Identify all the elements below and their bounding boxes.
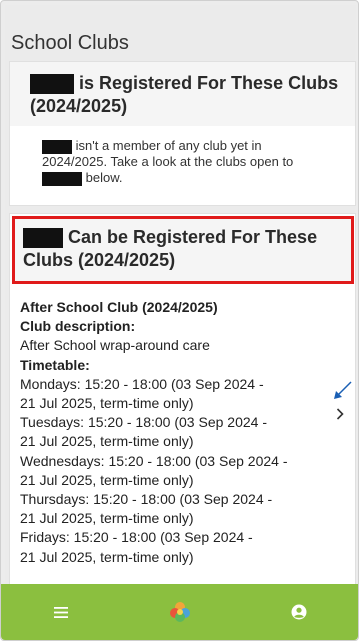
club-name: After School Club (2024/2025) — [20, 299, 218, 315]
timetable-line: Fridays: 15:20 - 18:00 (03 Sep 2024 - — [20, 529, 253, 546]
registered-message: isn't a member of any club yet in 2024/2… — [42, 138, 347, 186]
club-description: After School wrap-around care — [20, 337, 210, 354]
registered-clubs-card: is Registered For These Clubs (2024/2025… — [9, 61, 356, 206]
timetable-label: Timetable: — [20, 356, 90, 373]
timetable-line: Thursdays: 15:20 - 18:00 (03 Sep 2024 - — [20, 491, 273, 508]
timetable-entry: Thursdays: 15:20 - 18:00 (03 Sep 2024 - … — [20, 490, 350, 528]
highlighted-section-header: Can be Registered For These Clubs (2024/… — [12, 216, 354, 284]
timetable-line: Mondays: 15:20 - 18:00 (03 Sep 2024 - — [20, 375, 264, 392]
timetable-line: Wednesdays: 15:20 - 18:00 (03 Sep 2024 - — [20, 452, 288, 469]
annotation-arrow-icon — [330, 380, 352, 407]
chevron-right-icon[interactable] — [336, 407, 344, 425]
registered-card-header: is Registered For These Clubs (2024/2025… — [10, 62, 355, 126]
available-clubs-card: Can be Registered For These Clubs (2024/… — [9, 213, 356, 584]
message-line2: 2024/2025. Take a look at the clubs open… — [42, 154, 294, 169]
timetable-entry: Wednesdays: 15:20 - 18:00 (03 Sep 2024 -… — [20, 452, 350, 490]
phone-frame: School Clubs is Registered For These Clu… — [0, 0, 359, 641]
registered-title-line2: (2024/2025) — [30, 96, 128, 116]
timetable-line: 21 Jul 2025, term-time only) — [20, 510, 194, 527]
timetable-line: 21 Jul 2025, term-time only) — [20, 548, 194, 565]
timetable-line: Tuesdays: 15:20 - 18:00 (03 Sep 2024 - — [20, 414, 267, 431]
club-details[interactable]: After School Club (2024/2025) Club descr… — [20, 298, 350, 567]
redacted-name — [42, 171, 82, 186]
timetable-entry: Tuesdays: 15:20 - 18:00 (03 Sep 2024 - 2… — [20, 413, 350, 451]
timetable-entry: Mondays: 15:20 - 18:00 (03 Sep 2024 - 21… — [20, 375, 350, 413]
club-description-label: Club description: — [20, 318, 136, 335]
registered-card-title: is Registered For These Clubs (2024/2025… — [30, 72, 345, 118]
timetable-line: 21 Jul 2025, term-time only) — [20, 433, 194, 450]
timetable-entry: Fridays: 15:20 - 18:00 (03 Sep 2024 - 21… — [20, 528, 350, 566]
available-card-title: Can be Registered For These Clubs (2024/… — [23, 226, 343, 272]
redacted-name — [23, 228, 63, 249]
message-line1: isn't a member of any club yet in — [75, 138, 262, 153]
app-logo-icon[interactable] — [160, 592, 200, 632]
redacted-name — [30, 74, 74, 95]
message-line3: below. — [85, 170, 123, 185]
registered-title-line1: is Registered For These Clubs — [79, 73, 339, 93]
redacted-name — [42, 139, 72, 154]
app-screen: School Clubs is Registered For These Clu… — [5, 5, 356, 584]
timetable-line: 21 Jul 2025, term-time only) — [20, 471, 194, 488]
timetable-line: 21 Jul 2025, term-time only) — [20, 395, 194, 412]
hamburger-icon[interactable] — [41, 592, 81, 632]
available-title-line2: Clubs (2024/2025) — [23, 250, 176, 270]
bottom-navigation-bar — [1, 584, 358, 640]
user-icon[interactable] — [279, 592, 319, 632]
available-title-line1: Can be Registered For These — [68, 227, 318, 247]
page-title: School Clubs — [11, 32, 129, 54]
